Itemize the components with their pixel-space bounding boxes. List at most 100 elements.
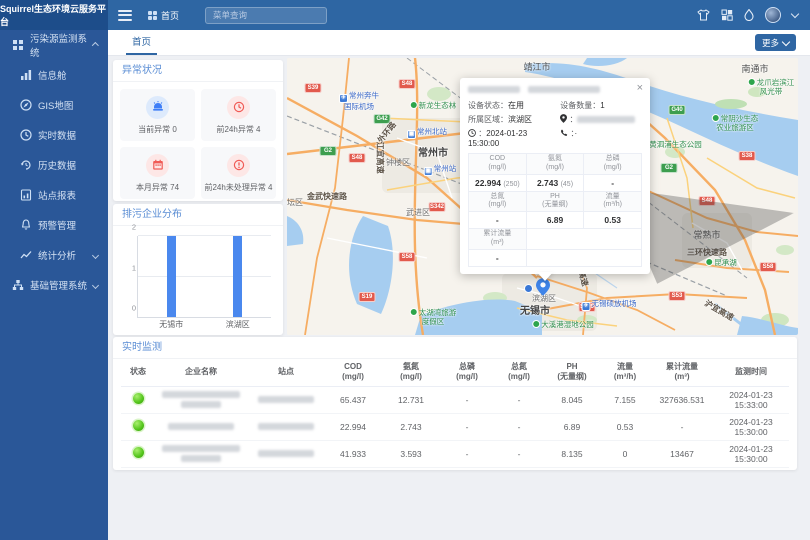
column-header-监测时间: 监测时间: [713, 359, 789, 386]
flame-icon[interactable]: [744, 9, 754, 21]
phone-icon: [560, 129, 568, 137]
popup-pointer: [537, 272, 553, 281]
map-label-poi: 常阴沙生态农业旅游区: [712, 114, 759, 132]
park-icon: [410, 101, 418, 109]
device-phone-value: ·: [574, 129, 577, 138]
table-row-0[interactable]: 65.43712.731--8.0457.155327636.5312024-0…: [121, 386, 789, 413]
sidebar-item-1[interactable]: 信息舱: [0, 60, 108, 90]
road-badge-S48: S48: [349, 153, 366, 163]
sidebar-item-label: 统计分析: [38, 248, 76, 262]
popup-value-cell: 2.743 (45): [526, 174, 584, 191]
tab-bar: 首页 更多: [108, 30, 810, 56]
breadcrumb[interactable]: 首页: [148, 9, 179, 22]
measurement-value: -: [441, 413, 493, 440]
popup-cell-empty: [526, 229, 641, 250]
sidebar-item-4[interactable]: 历史数据: [0, 150, 108, 180]
map-label-poi: 太湖湾旅游度假区: [410, 308, 457, 326]
measurement-value: 12.731: [381, 386, 441, 413]
split-screen-icon[interactable]: [721, 9, 733, 21]
column-header-企业名称: 企业名称: [155, 359, 247, 386]
gis-map-icon: [20, 99, 32, 111]
popup-value-cell: -: [584, 174, 642, 191]
popup-value-cell: -: [469, 249, 527, 266]
map-label-station: ▣常州站: [424, 165, 457, 176]
realtime-data-icon: [20, 129, 32, 141]
bar-滨湖区: [233, 236, 242, 317]
measurement-value: 22.994: [325, 413, 381, 440]
gis-map[interactable]: S39S48G42G2S48S342S58S19S229G40G2S38S48S…: [287, 58, 798, 335]
device-status-value: 在用: [508, 101, 524, 110]
park-icon: [748, 78, 756, 86]
sidebar-item-2[interactable]: GIS地图: [0, 90, 108, 120]
distribution-chart-card: 排污企业分布 012无锡市滨湖区: [113, 204, 283, 335]
theme-skin-icon[interactable]: [697, 9, 710, 21]
column-header-总磷: 总磷(mg/l): [441, 359, 493, 386]
app-window: Squirrel生态环境云服务平台 首页: [0, 0, 810, 540]
popup-value-cell: 0.53: [584, 212, 642, 229]
measurement-value: 2024-01-23 15:30:00: [713, 440, 789, 467]
popup-header-cell: 总磷(mg/l): [584, 154, 642, 175]
home-grid-icon: [148, 11, 157, 20]
stat-tile-0[interactable]: 当前异常 0: [120, 89, 195, 141]
y-axis-tick: 2: [124, 223, 136, 232]
table-row-1[interactable]: 22.9942.743--6.890.53-2024-01-23 15:30:0…: [121, 413, 789, 440]
device-address-redacted: ：: [560, 114, 642, 125]
stat-tile-3[interactable]: 前24h未处理异常 4: [201, 147, 276, 199]
road-badge-S342: S342: [429, 202, 446, 212]
popup-header-cell: 累计流量(m³): [469, 229, 527, 250]
measurement-value: 65.437: [325, 386, 381, 413]
measurement-value: -: [493, 386, 545, 413]
column-header-总氮: 总氮(mg/l): [493, 359, 545, 386]
table-row-2[interactable]: 41.9333.593--8.1350134672024-01-23 15:30…: [121, 440, 789, 467]
popup-header-cell: 总氮(mg/l): [469, 191, 527, 212]
sidebar-item-label: 实时数据: [38, 128, 76, 142]
sidebar-item-3[interactable]: 实时数据: [0, 120, 108, 150]
site-name-redacted: [247, 440, 325, 467]
measurement-value: 41.933: [325, 440, 381, 467]
column-header-COD: COD(mg/l): [325, 359, 381, 386]
road-badge-S19: S19: [359, 292, 376, 302]
popup-close-icon[interactable]: ×: [637, 82, 643, 94]
info-hub-icon: [20, 69, 32, 81]
road-badge-S58: S58: [399, 252, 416, 262]
device-time-value: 2024-01-23 15:30:00: [468, 129, 527, 148]
stat-tile-1[interactable]: 前24h异常 4: [201, 89, 276, 141]
road-badge-G2: G2: [320, 146, 337, 156]
stat-tile-label: 当前异常 0: [138, 124, 177, 135]
menu-search-input[interactable]: [211, 9, 326, 21]
clock-alert-icon: [227, 96, 250, 119]
measurement-value: 0: [599, 440, 651, 467]
user-menu-chevron-down-icon[interactable]: [791, 9, 799, 17]
map-marker-pin[interactable]: [536, 278, 550, 301]
realtime-monitoring-table: 状态企业名称站点COD(mg/l)氨氮(mg/l)总磷(mg/l)总氮(mg/l…: [121, 359, 789, 468]
menu-search-box[interactable]: [205, 7, 327, 24]
sidebar-item-8[interactable]: 基础管理系统: [0, 270, 108, 300]
y-axis-tick: 1: [124, 263, 136, 272]
hamburger-menu-icon[interactable]: [118, 10, 132, 21]
company-name-redacted: [155, 386, 247, 413]
more-button[interactable]: 更多: [755, 34, 796, 51]
sidebar-item-6[interactable]: 预警管理: [0, 210, 108, 240]
enterprise-distribution-bar-chart: 012无锡市滨湖区: [121, 230, 275, 334]
sidebar-item-label: 基础管理系统: [30, 278, 87, 292]
sidebar-item-0[interactable]: 污染源监测系统: [0, 30, 108, 60]
sidebar-item-7[interactable]: 统计分析: [0, 240, 108, 270]
popup-value-cell: 6.89: [526, 212, 584, 229]
sidebar-item-label: 污染源监测系统: [30, 31, 93, 59]
park-icon: [532, 320, 540, 328]
status-dot-normal: [133, 420, 144, 431]
map-label-airport: ✈无锡硕放机场: [582, 300, 637, 311]
user-avatar[interactable]: [765, 7, 781, 23]
distribution-chart-title: 排污企业分布: [113, 204, 283, 226]
stat-tile-2[interactable]: 本月异常 74: [120, 147, 195, 199]
realtime-monitoring-title: 实时监测: [113, 337, 797, 359]
measurement-value: 2024-01-23 15:33:00: [713, 386, 789, 413]
tab-home[interactable]: 首页: [126, 30, 157, 55]
train-station-icon: ▣: [424, 167, 433, 176]
metro-station-icon: [524, 284, 533, 293]
measurement-value: 7.155: [599, 386, 651, 413]
sidebar-item-5[interactable]: 站点报表: [0, 180, 108, 210]
popup-header-cell: 氨氮(mg/l): [526, 154, 584, 175]
device-count-value: 1: [600, 101, 604, 110]
measurement-value: 6.89: [545, 413, 599, 440]
